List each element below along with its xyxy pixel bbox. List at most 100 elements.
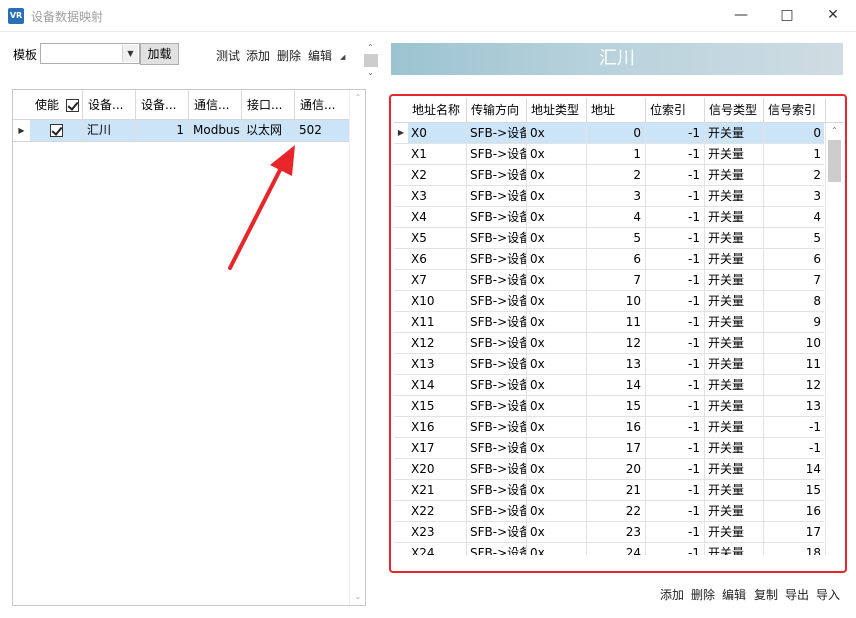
mapping-row[interactable]: X1 SFB->设备 0x 1 -1 开关量 1 xyxy=(394,144,826,165)
address-cell[interactable]: 3 xyxy=(587,186,646,206)
bit-index-cell[interactable]: -1 xyxy=(646,501,705,521)
mapping-row[interactable]: X5 SFB->设备 0x 5 -1 开关量 5 xyxy=(394,228,826,249)
signal-index-cell[interactable]: 10 xyxy=(764,333,826,353)
address-type-cell[interactable]: 0x xyxy=(527,123,587,143)
bit-index-cell[interactable]: -1 xyxy=(646,375,705,395)
header-enabled[interactable]: 使能 xyxy=(30,90,83,120)
bit-index-cell[interactable]: -1 xyxy=(646,228,705,248)
signal-index-cell[interactable]: 3 xyxy=(764,186,826,206)
mapping-row[interactable]: X22 SFB->设备 0x 22 -1 开关量 16 xyxy=(394,501,826,522)
copy-button[interactable]: 复制 xyxy=(754,586,778,603)
mapping-row[interactable]: X7 SFB->设备 0x 7 -1 开关量 7 xyxy=(394,270,826,291)
signal-index-cell[interactable]: 5 xyxy=(764,228,826,248)
address-type-cell[interactable]: 0x xyxy=(527,459,587,479)
address-cell[interactable]: 16 xyxy=(587,417,646,437)
address-type-cell[interactable]: 0x xyxy=(527,207,587,227)
bit-index-cell[interactable]: -1 xyxy=(646,270,705,290)
signal-index-cell[interactable]: 1 xyxy=(764,144,826,164)
direction-cell[interactable]: SFB->设备 xyxy=(467,375,527,395)
scroll-up-icon[interactable]: ⌃ xyxy=(350,90,366,106)
direction-cell[interactable]: SFB->设备 xyxy=(467,207,527,227)
address-name-cell[interactable]: X5 xyxy=(408,228,467,248)
address-type-cell[interactable]: 0x xyxy=(527,375,587,395)
signal-index-cell[interactable]: -1 xyxy=(764,438,826,458)
address-cell[interactable]: 15 xyxy=(587,396,646,416)
address-name-cell[interactable]: X2 xyxy=(408,165,467,185)
address-type-cell[interactable]: 0x xyxy=(527,396,587,416)
close-button[interactable]: ✕ xyxy=(810,0,856,32)
mapping-row[interactable]: X16 SFB->设备 0x 16 -1 开关量 -1 xyxy=(394,417,826,438)
signal-index-cell[interactable]: 6 xyxy=(764,249,826,269)
header-address-type[interactable]: 地址类型 xyxy=(527,98,587,123)
signal-type-cell[interactable]: 开关量 xyxy=(705,543,764,555)
direction-cell[interactable]: SFB->设备 xyxy=(467,522,527,542)
signal-index-cell[interactable]: 2 xyxy=(764,165,826,185)
address-cell[interactable]: 5 xyxy=(587,228,646,248)
mapping-row[interactable]: X23 SFB->设备 0x 23 -1 开关量 17 xyxy=(394,522,826,543)
mapping-row[interactable]: X17 SFB->设备 0x 17 -1 开关量 -1 xyxy=(394,438,826,459)
address-type-cell[interactable]: 0x xyxy=(527,354,587,374)
header-interface[interactable]: 接口... xyxy=(242,90,295,120)
device-row[interactable]: ▶ 汇川 1 Modbus 以太网 502 xyxy=(13,120,350,142)
address-cell[interactable]: 11 xyxy=(587,312,646,332)
signal-index-cell[interactable]: 18 xyxy=(764,543,826,555)
mapping-row[interactable]: ▶ X0 SFB->设备 0x 0 -1 开关量 0 xyxy=(394,123,826,144)
mapping-row[interactable]: X24 SFB->设备 0x 24 -1 开关量 18 xyxy=(394,543,826,555)
chevron-down-icon[interactable]: ▼ xyxy=(122,45,138,62)
address-name-cell[interactable]: X14 xyxy=(408,375,467,395)
address-name-cell[interactable]: X7 xyxy=(408,270,467,290)
address-name-cell[interactable]: X20 xyxy=(408,459,467,479)
bit-index-cell[interactable]: -1 xyxy=(646,165,705,185)
signal-index-cell[interactable]: 0 xyxy=(764,123,826,143)
mapping-row[interactable]: X13 SFB->设备 0x 13 -1 开关量 11 xyxy=(394,354,826,375)
signal-type-cell[interactable]: 开关量 xyxy=(705,123,764,143)
header-protocol[interactable]: 通信... xyxy=(189,90,242,120)
mapping-row[interactable]: X2 SFB->设备 0x 2 -1 开关量 2 xyxy=(394,165,826,186)
address-cell[interactable]: 6 xyxy=(587,249,646,269)
device-enabled-cell[interactable] xyxy=(30,120,83,141)
address-cell[interactable]: 23 xyxy=(587,522,646,542)
address-name-cell[interactable]: X22 xyxy=(408,501,467,521)
address-cell[interactable]: 17 xyxy=(587,438,646,458)
signal-index-cell[interactable]: 17 xyxy=(764,522,826,542)
edit-device-button[interactable]: 编辑 xyxy=(308,47,332,64)
direction-cell[interactable]: SFB->设备 xyxy=(467,228,527,248)
signal-index-cell[interactable]: 8 xyxy=(764,291,826,311)
address-cell[interactable]: 20 xyxy=(587,459,646,479)
address-type-cell[interactable]: 0x xyxy=(527,270,587,290)
header-port[interactable]: 通信... xyxy=(295,90,350,120)
direction-cell[interactable]: SFB->设备 xyxy=(467,396,527,416)
mapping-row[interactable]: X20 SFB->设备 0x 20 -1 开关量 14 xyxy=(394,459,826,480)
signal-type-cell[interactable]: 开关量 xyxy=(705,186,764,206)
edit-mapping-button[interactable]: 编辑 xyxy=(722,586,746,603)
direction-cell[interactable]: SFB->设备 xyxy=(467,543,527,555)
direction-cell[interactable]: SFB->设备 xyxy=(467,291,527,311)
signal-index-cell[interactable]: 9 xyxy=(764,312,826,332)
add-mapping-button[interactable]: 添加 xyxy=(660,586,684,603)
address-name-cell[interactable]: X12 xyxy=(408,333,467,353)
device-enabled-checkbox[interactable] xyxy=(49,124,63,137)
template-select[interactable]: ▼ xyxy=(40,43,140,64)
add-device-button[interactable]: 添加 xyxy=(246,47,270,64)
address-type-cell[interactable]: 0x xyxy=(527,333,587,353)
signal-index-cell[interactable]: 12 xyxy=(764,375,826,395)
direction-cell[interactable]: SFB->设备 xyxy=(467,249,527,269)
signal-type-cell[interactable]: 开关量 xyxy=(705,228,764,248)
bit-index-cell[interactable]: -1 xyxy=(646,186,705,206)
signal-type-cell[interactable]: 开关量 xyxy=(705,480,764,500)
address-name-cell[interactable]: X13 xyxy=(408,354,467,374)
address-type-cell[interactable]: 0x xyxy=(527,228,587,248)
address-cell[interactable]: 10 xyxy=(587,291,646,311)
address-name-cell[interactable]: X15 xyxy=(408,396,467,416)
address-name-cell[interactable]: X4 xyxy=(408,207,467,227)
signal-type-cell[interactable]: 开关量 xyxy=(705,375,764,395)
bit-index-cell[interactable]: -1 xyxy=(646,459,705,479)
bit-index-cell[interactable]: -1 xyxy=(646,396,705,416)
toolbar-scrollbar[interactable]: ⌃ ⌄ xyxy=(362,43,379,78)
signal-index-cell[interactable]: -1 xyxy=(764,417,826,437)
device-interface-cell[interactable]: 以太网 xyxy=(242,120,295,141)
address-cell[interactable]: 22 xyxy=(587,501,646,521)
address-type-cell[interactable]: 0x xyxy=(527,249,587,269)
signal-index-cell[interactable]: 14 xyxy=(764,459,826,479)
address-type-cell[interactable]: 0x xyxy=(527,165,587,185)
